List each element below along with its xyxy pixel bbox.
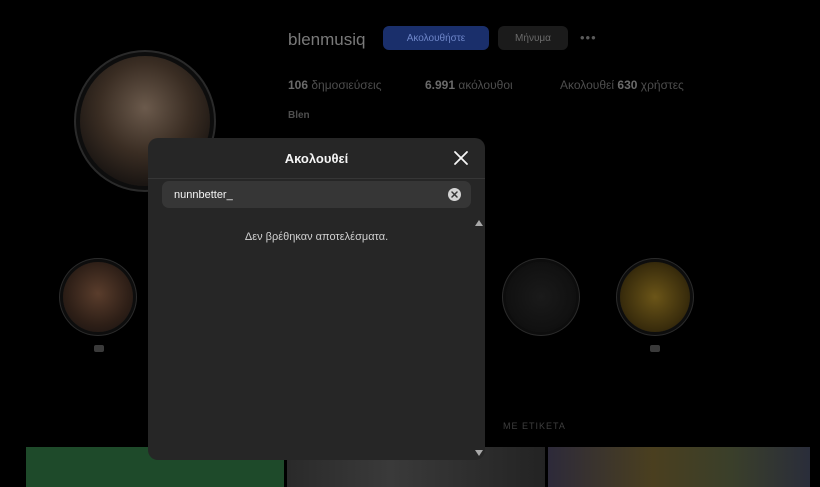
following-count: 630 <box>617 78 638 92</box>
posts-label: δημοσιεύσεις <box>311 78 382 92</box>
highlight-heart-icon <box>94 345 104 352</box>
search-input[interactable] <box>174 181 434 208</box>
following-suffix: χρήστες <box>640 78 684 92</box>
clear-search-icon[interactable] <box>448 188 461 201</box>
followers-label: ακόλουθοι <box>458 78 513 92</box>
dialog-header: Ακολουθεί <box>148 138 485 179</box>
story-highlight[interactable] <box>506 262 576 332</box>
close-icon[interactable] <box>449 146 473 170</box>
story-highlight[interactable] <box>620 262 690 332</box>
scroll-up-arrow-icon[interactable] <box>475 220 483 226</box>
scrollbar[interactable] <box>473 216 485 460</box>
message-button[interactable]: Μήνυμα <box>498 26 568 50</box>
posts-stat: 106 δημοσιεύσεις <box>288 78 382 92</box>
no-results-message: Δεν βρέθηκαν αποτελέσματα. <box>244 231 389 243</box>
post-thumbnail[interactable] <box>548 447 810 487</box>
following-prefix: Ακολουθεί <box>560 78 615 92</box>
posts-count: 106 <box>288 78 309 92</box>
followers-stat[interactable]: 6.991 ακόλουθοι <box>425 78 513 92</box>
more-options-icon[interactable]: ••• <box>580 30 597 45</box>
tagged-tab[interactable]: ΜΕ ΕΤΙΚΕΤΑ <box>503 421 566 431</box>
profile-display-name: Blen <box>288 110 310 121</box>
follow-button[interactable]: Ακολουθήστε <box>383 26 489 50</box>
dialog-title: Ακολουθεί <box>284 150 349 166</box>
highlight-label-icon <box>650 345 660 352</box>
scroll-down-arrow-icon[interactable] <box>475 450 483 456</box>
following-dialog: Ακολουθεί Δεν βρέθηκαν αποτελέσματα. <box>148 138 485 460</box>
followers-count: 6.991 <box>425 78 456 92</box>
story-highlight[interactable] <box>63 262 133 332</box>
following-stat[interactable]: Ακολουθεί 630 χρήστες <box>560 78 684 92</box>
profile-username: blenmusiq <box>288 30 366 49</box>
search-field[interactable] <box>162 181 471 208</box>
